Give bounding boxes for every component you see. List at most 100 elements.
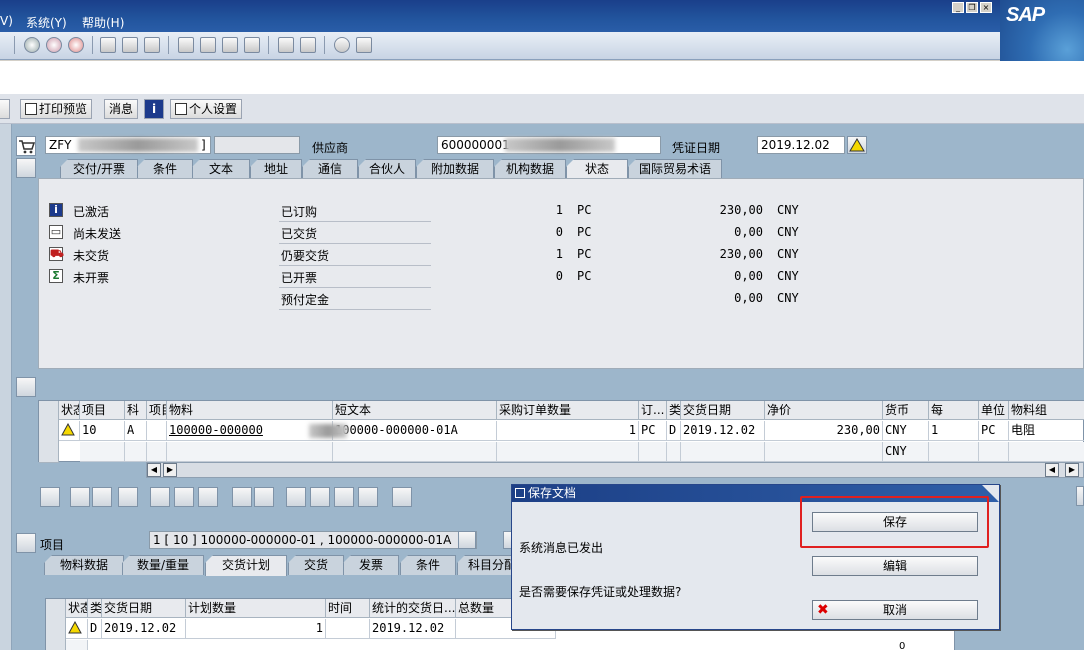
find-icon[interactable]: [122, 37, 138, 53]
unlock-icon[interactable]: [198, 487, 218, 507]
item-tab-1[interactable]: 数量/重量: [122, 555, 204, 575]
print-preview-button[interactable]: 打印预览: [20, 99, 93, 119]
tab-4[interactable]: 通信: [302, 159, 358, 179]
row-selector-column[interactable]: [39, 401, 59, 463]
shortcut-icon[interactable]: [300, 37, 316, 53]
doc-number-field[interactable]: [214, 136, 300, 154]
schedule-cell-stat_date[interactable]: 2019.12.02: [370, 619, 456, 639]
sort-descending-icon[interactable]: [310, 487, 330, 507]
schedule-header-5[interactable]: 统计的交货日...: [370, 599, 456, 618]
doc-date-field[interactable]: 2019.12.02: [757, 136, 845, 154]
tab-0[interactable]: 交付/开票: [60, 159, 138, 179]
item-select-dropdown-icon[interactable]: [458, 531, 476, 549]
column-header-2[interactable]: 科: [125, 401, 147, 420]
cell-price[interactable]: 230,00: [765, 421, 883, 441]
cell-qty[interactable]: 1: [497, 421, 639, 441]
cancel-button[interactable]: ✖ 取消: [812, 600, 978, 620]
tab-7[interactable]: 机构数据: [494, 159, 566, 179]
help-icon[interactable]: [334, 37, 350, 53]
previous-page-icon[interactable]: [200, 37, 216, 53]
column-header-9[interactable]: 交货日期: [681, 401, 765, 420]
duplicate-icon[interactable]: [232, 487, 252, 507]
column-header-1[interactable]: 项目: [80, 401, 125, 420]
restore-icon[interactable]: ❐: [966, 2, 978, 13]
new-session-icon[interactable]: [278, 37, 294, 53]
info-icon[interactable]: i: [144, 99, 164, 119]
item-tab-0[interactable]: 物料数据: [44, 555, 124, 575]
cell-item[interactable]: 10: [80, 421, 125, 441]
column-header-3[interactable]: 项目: [147, 401, 167, 420]
schedule-header-1[interactable]: 类: [88, 599, 102, 618]
column-header-8[interactable]: 类: [667, 401, 681, 420]
item-table-scrollbar[interactable]: ◀ ▶ ◀ ▶: [146, 462, 1084, 478]
back-icon[interactable]: [24, 37, 40, 53]
item-overview-icon[interactable]: [16, 377, 36, 397]
cell-group[interactable]: 电阻: [1009, 421, 1084, 441]
edit-button[interactable]: 编辑: [812, 556, 978, 576]
schedule-cell-cat[interactable]: D: [88, 619, 102, 639]
toolbar-fragment-button[interactable]: [0, 99, 10, 119]
cell-acct[interactable]: A: [125, 421, 147, 441]
cell-uom[interactable]: PC: [979, 421, 1009, 441]
schedule-header-3[interactable]: 计划数量: [186, 599, 326, 618]
item-select-field[interactable]: 1 [ 10 ] 100000-000000-01 , 100000-00000…: [149, 531, 477, 549]
menu-item-help[interactable]: 帮助(H): [82, 14, 124, 31]
find-next-icon[interactable]: [144, 37, 160, 53]
print-icon[interactable]: [100, 37, 116, 53]
menu-item-system[interactable]: 系统(Y): [26, 14, 67, 31]
schedule-row-selector-column[interactable]: [46, 599, 66, 650]
scroll-right-icon[interactable]: ▶: [163, 463, 177, 477]
scroll-left-end-icon[interactable]: ◀: [1045, 463, 1059, 477]
scroll-right-end-icon[interactable]: ▶: [1065, 463, 1079, 477]
close-icon[interactable]: ×: [980, 2, 992, 13]
column-header-14[interactable]: 物料组: [1009, 401, 1084, 420]
layout-menu-icon[interactable]: [356, 37, 372, 53]
column-header-13[interactable]: 单位: [979, 401, 1009, 420]
select-all-icon[interactable]: [70, 487, 90, 507]
cell-currency[interactable]: CNY: [883, 421, 929, 441]
schedule-cell-date[interactable]: 2019.12.02: [102, 619, 186, 639]
column-header-5[interactable]: 短文本: [333, 401, 497, 420]
tab-8[interactable]: 状态: [566, 159, 628, 180]
cell-per[interactable]: 1: [929, 421, 979, 441]
right-edge-button[interactable]: [1076, 486, 1084, 506]
cell-currency[interactable]: CNY: [883, 442, 929, 462]
column-header-0[interactable]: 状态: [59, 401, 80, 420]
default-values-icon[interactable]: [392, 487, 412, 507]
item-tab-4[interactable]: 发票: [343, 555, 399, 575]
minimize-icon[interactable]: _: [952, 2, 964, 13]
schedule-cell-qty[interactable]: 1: [186, 619, 326, 639]
grid-icon[interactable]: [254, 487, 274, 507]
schedule-header-2[interactable]: 交货日期: [102, 599, 186, 618]
tab-6[interactable]: 附加数据: [416, 159, 494, 179]
warning-icon[interactable]: [847, 136, 867, 154]
item-tab-2[interactable]: 交货计划: [205, 555, 287, 576]
schedule-header-0[interactable]: 状态: [66, 599, 88, 618]
tab-5[interactable]: 合伙人: [358, 159, 416, 179]
item-tab-3[interactable]: 交货: [288, 555, 344, 575]
expand-header-icon[interactable]: [16, 158, 36, 178]
delete-icon[interactable]: [150, 487, 170, 507]
tab-1[interactable]: 条件: [137, 159, 193, 179]
filter-off-icon[interactable]: [358, 487, 378, 507]
cart-icon[interactable]: [16, 136, 36, 156]
last-page-icon[interactable]: [244, 37, 260, 53]
tab-2[interactable]: 文本: [192, 159, 250, 179]
cell-unit[interactable]: PC: [639, 421, 667, 441]
details-icon[interactable]: [40, 487, 60, 507]
personal-settings-button[interactable]: 个人设置: [170, 99, 243, 119]
column-header-11[interactable]: 货币: [883, 401, 929, 420]
deselect-all-icon[interactable]: [92, 487, 112, 507]
filter-icon[interactable]: [334, 487, 354, 507]
tab-3[interactable]: 地址: [250, 159, 302, 179]
exit-icon[interactable]: [46, 37, 62, 53]
copy-icon[interactable]: [118, 487, 138, 507]
cell-date[interactable]: 2019.12.02: [681, 421, 765, 441]
sort-ascending-icon[interactable]: [286, 487, 306, 507]
lock-icon[interactable]: [174, 487, 194, 507]
column-header-12[interactable]: 每: [929, 401, 979, 420]
tab-9[interactable]: 国际贸易术语: [628, 159, 722, 179]
column-header-10[interactable]: 净价: [765, 401, 883, 420]
item-tab-5[interactable]: 条件: [400, 555, 456, 575]
next-page-icon[interactable]: [222, 37, 238, 53]
